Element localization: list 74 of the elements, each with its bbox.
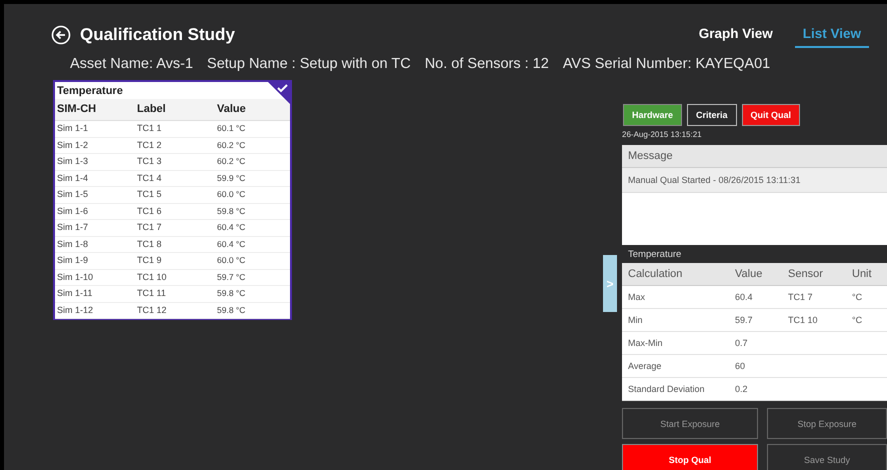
table-cell: 0.7 — [729, 332, 782, 355]
table-cell: Sim 1-7 — [55, 220, 135, 236]
table-cell: TC1 6 — [135, 204, 215, 220]
back-button[interactable] — [50, 24, 72, 46]
timestamp: 26-Aug-2015 13:15:21 — [622, 130, 703, 139]
table-cell: 60.4 °C — [215, 220, 290, 236]
table-cell: TC1 9 — [135, 253, 215, 270]
table-cell: Sim 1-9 — [55, 253, 135, 270]
page-title: Qualification Study — [80, 25, 235, 45]
table-cell: 0.2 — [729, 378, 782, 401]
table-cell: 59.8 °C — [215, 286, 290, 302]
info-text: Asset Name: Avs-1 — [70, 56, 194, 72]
table-cell: TC1 5 — [135, 187, 215, 204]
table-cell: Sim 1-3 — [55, 154, 135, 170]
table-cell: TC1 2 — [135, 138, 215, 154]
card-title: Temperature — [56, 84, 124, 99]
view-tab[interactable]: Graph View — [690, 22, 781, 48]
toolbar-button[interactable]: Hardware — [623, 104, 682, 126]
toolbar-button[interactable]: Quit Qual — [742, 104, 800, 126]
table-cell: 59.8 °C — [215, 302, 290, 319]
section-title: Temperature — [627, 248, 682, 262]
table-cell: Sim 1-5 — [55, 187, 135, 204]
info-text: No. of Sensors : 12 — [424, 56, 549, 72]
table-cell: Sim 1-12 — [55, 302, 135, 319]
table-cell: TC1 8 — [135, 236, 215, 253]
table-cell: Sim 1-6 — [55, 204, 135, 220]
table-cell: TC1 10 — [782, 309, 846, 332]
table-cell: TC1 11 — [135, 286, 215, 302]
table-cell: Sim 1-8 — [55, 236, 135, 253]
table-cell: TC1 3 — [135, 154, 215, 170]
toolbar-button[interactable]: Criteria — [687, 104, 737, 126]
table-cell: 59.7 °C — [215, 270, 290, 286]
info-text: AVS Serial Number: KAYEQA01 — [562, 56, 770, 72]
table-cell: 60.4 — [729, 286, 782, 309]
table-cell: 59.9 °C — [215, 170, 290, 187]
table-cell: Sim 1-11 — [55, 286, 135, 302]
table-cell: 59.8 °C — [215, 204, 290, 220]
table-cell: 60.4 °C — [215, 236, 290, 253]
column-header: Unit — [846, 263, 887, 286]
table-cell: Standard Deviation — [622, 378, 729, 401]
table-cell: Sim 1-10 — [55, 270, 135, 286]
table-cell: 60.0 °C — [215, 187, 290, 204]
table-cell: Sim 1-1 — [55, 121, 135, 138]
table-cell: TC1 12 — [135, 302, 215, 319]
table-cell: Max — [622, 286, 729, 309]
column-header: Value — [729, 263, 782, 286]
table-cell: TC1 10 — [135, 270, 215, 286]
action-button[interactable]: Stop Qual — [622, 444, 758, 470]
table-cell: Max-Min — [622, 332, 729, 355]
table-cell: 60.0 °C — [215, 253, 290, 270]
column-header: Message — [622, 145, 887, 168]
table-cell: Min — [622, 309, 729, 332]
view-tab[interactable]: List View — [794, 22, 869, 48]
column-header: Calculation — [622, 263, 729, 286]
table-cell: 60 — [729, 355, 782, 378]
column-header: Value — [215, 99, 290, 121]
table-cell: TC1 1 — [135, 121, 215, 138]
table-cell: TC1 7 — [782, 286, 846, 309]
table-cell: 60.2 °C — [215, 154, 290, 170]
table-cell: 60.2 °C — [215, 138, 290, 154]
column-header: Sensor — [782, 263, 846, 286]
table-cell: Average — [622, 355, 729, 378]
column-header: SIM-CH — [55, 99, 135, 121]
table-cell: °C — [846, 309, 887, 332]
info-text: Setup Name : Setup with on TC — [207, 56, 411, 72]
table-cell: Sim 1-2 — [55, 138, 135, 154]
column-header: Label — [135, 99, 215, 121]
table-cell: TC1 4 — [135, 170, 215, 187]
table-cell: TC1 7 — [135, 220, 215, 236]
table-cell: 60.1 °C — [215, 121, 290, 138]
table-cell: Sim 1-4 — [55, 170, 135, 187]
table-cell: 59.7 — [729, 309, 782, 332]
message-row[interactable]: Manual Qual Started - 08/26/2015 13:11:31 — [622, 168, 887, 193]
table-cell: °C — [846, 286, 887, 309]
